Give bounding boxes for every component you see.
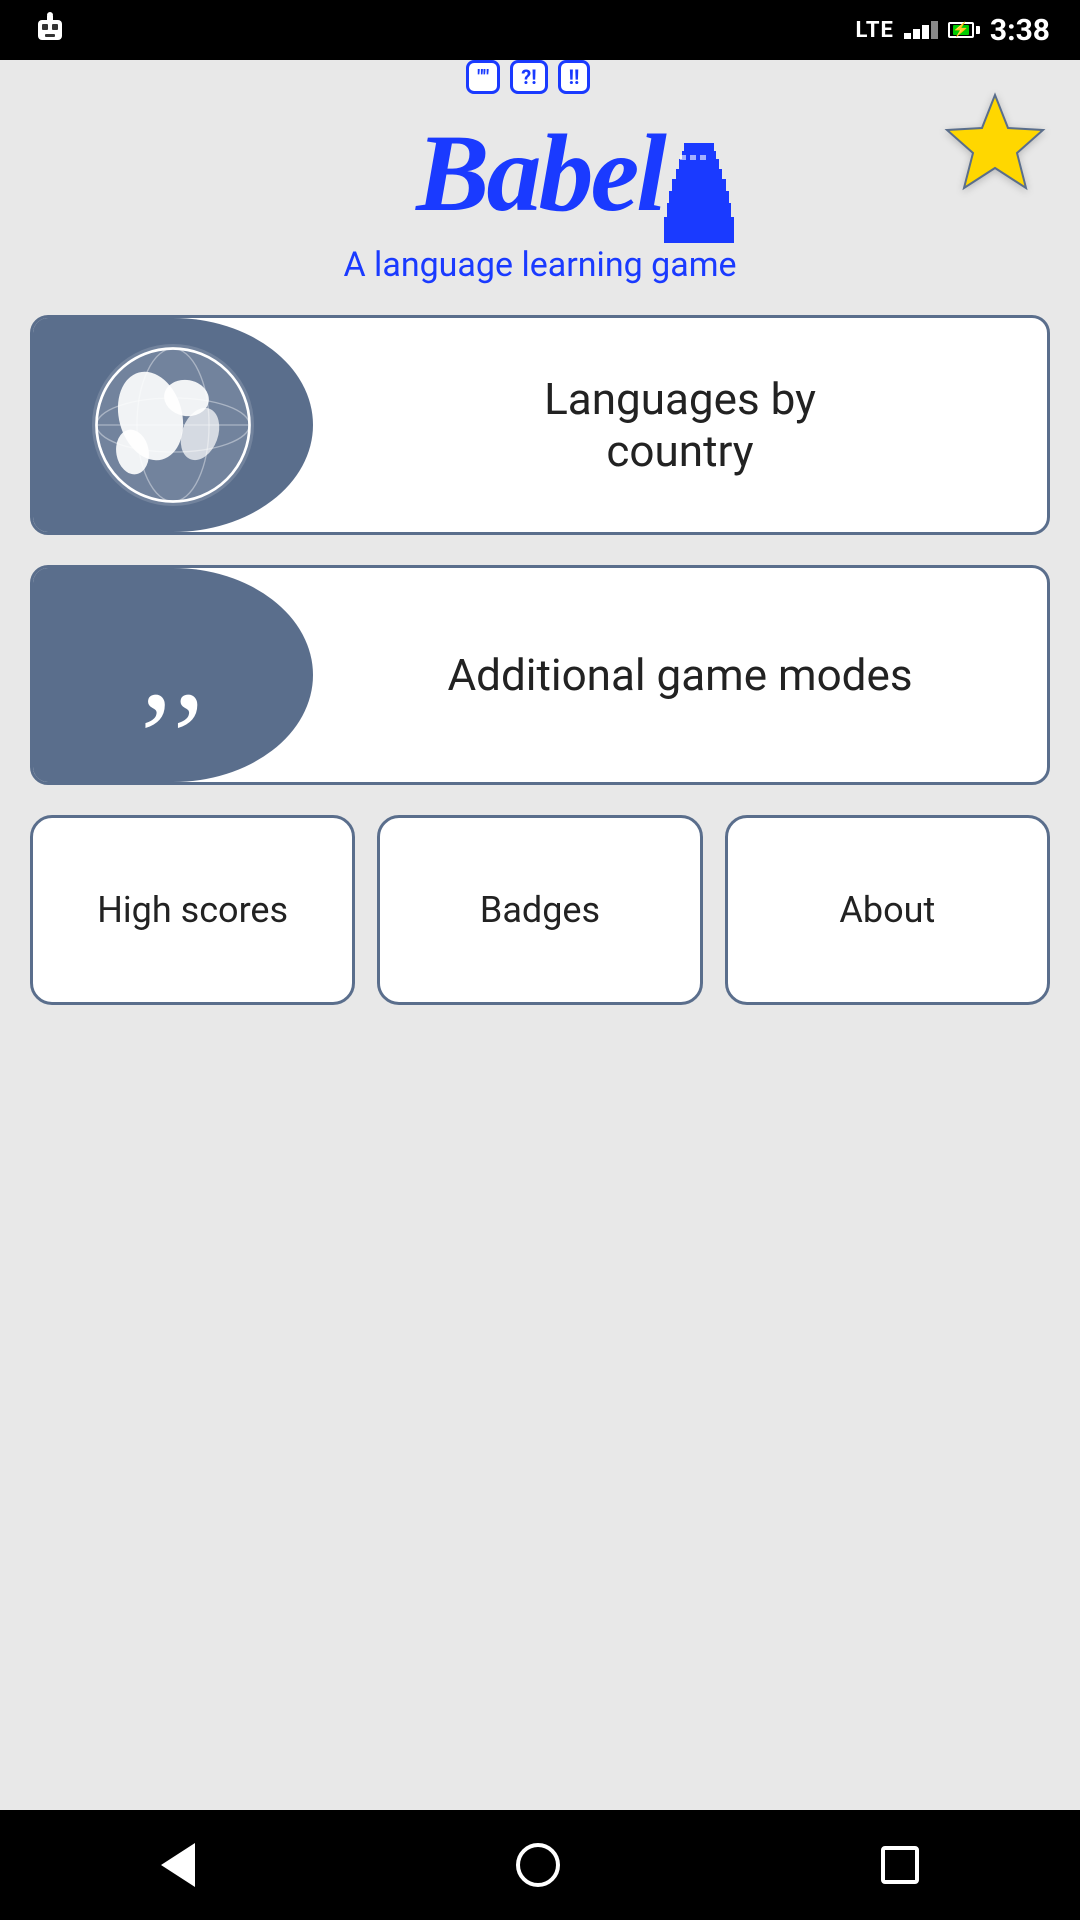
badges-button[interactable]: Badges	[377, 815, 702, 1005]
main-content: "" ?! !! Babel	[0, 60, 1080, 1810]
tower-icon	[664, 143, 734, 243]
app-logo: Babel	[416, 110, 664, 237]
app-subtitle: A language learning game	[343, 245, 736, 285]
nav-bar	[0, 1810, 1080, 1920]
quote-icon-container: ,,	[33, 568, 313, 782]
home-button[interactable]	[516, 1843, 560, 1887]
recent-button[interactable]	[881, 1846, 919, 1884]
globe-icon	[83, 335, 263, 515]
additional-game-modes-label: Additional game modes	[313, 568, 1047, 782]
status-bar-left	[30, 10, 70, 50]
robot-icon	[30, 10, 70, 50]
signal-bars	[904, 21, 938, 39]
battery-icon: ⚡	[948, 22, 980, 38]
about-button[interactable]: About	[725, 815, 1050, 1005]
star-icon[interactable]	[940, 90, 1050, 217]
languages-by-country-label: Languages by country	[313, 318, 1047, 532]
logo-area: "" ?! !! Babel	[343, 90, 736, 285]
high-scores-button[interactable]: High scores	[30, 815, 355, 1005]
additional-game-modes-button[interactable]: ,, Additional game modes	[30, 565, 1050, 785]
time-display: 3:38	[990, 13, 1050, 48]
back-button[interactable]	[161, 1843, 195, 1887]
status-icons: LTE ⚡ 3:38	[855, 13, 1050, 48]
globe-icon-container	[33, 318, 313, 532]
languages-by-country-button[interactable]: Languages by country	[30, 315, 1050, 535]
header: "" ?! !! Babel	[30, 90, 1050, 285]
lte-label: LTE	[855, 18, 893, 43]
quote-marks-icon: ,,	[141, 600, 206, 730]
small-buttons-row: High scores Badges About	[30, 815, 1050, 1005]
status-bar: LTE ⚡ 3:38	[0, 0, 1080, 60]
